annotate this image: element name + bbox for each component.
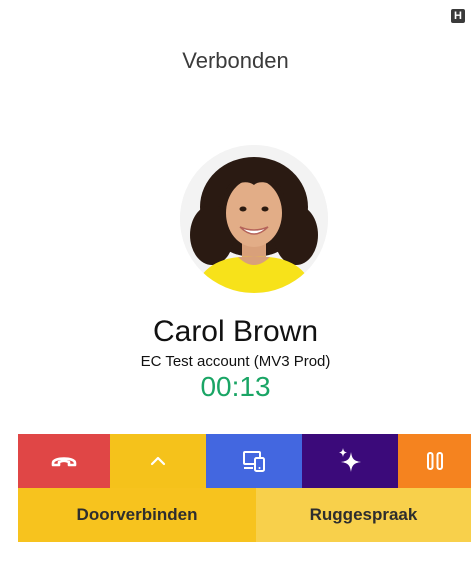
help-badge[interactable]: H xyxy=(451,9,465,23)
consult-button[interactable]: Ruggespraak xyxy=(256,488,471,542)
ai-assist-button[interactable] xyxy=(302,434,398,488)
hang-up-icon xyxy=(51,457,77,467)
call-timer: 00:13 xyxy=(200,371,271,402)
transfer-button[interactable]: Doorverbinden xyxy=(18,488,256,542)
sparkle-icon xyxy=(339,448,361,472)
devices-icon xyxy=(243,451,265,472)
call-action-bar xyxy=(18,434,471,488)
contact-photo xyxy=(180,145,328,293)
hold-button[interactable] xyxy=(398,434,471,488)
account-name: EC Test account (MV3 Prod) xyxy=(140,353,331,370)
pause-icon xyxy=(426,452,443,470)
hang-up-button[interactable] xyxy=(18,434,110,488)
expand-button[interactable] xyxy=(110,434,206,488)
call-options-bar: Doorverbinden Ruggespraak xyxy=(18,488,471,542)
chevron-up-icon xyxy=(150,456,166,466)
call-status: Verbonden xyxy=(182,48,289,73)
avatar xyxy=(180,145,328,293)
switch-device-button[interactable] xyxy=(206,434,302,488)
contact-name: Carol Brown xyxy=(152,315,319,348)
